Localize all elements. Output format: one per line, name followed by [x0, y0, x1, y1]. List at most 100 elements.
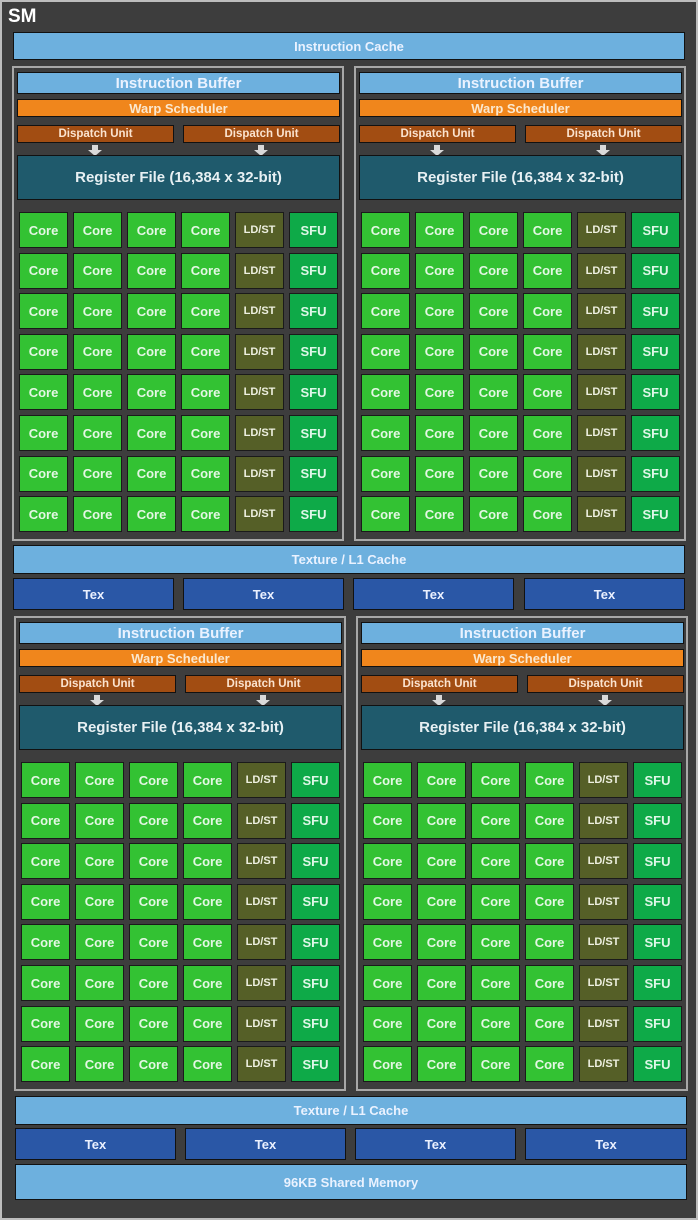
core-unit: Core [471, 843, 520, 880]
core-unit: Core [19, 496, 68, 533]
ldst-unit: LD/ST [237, 843, 286, 880]
sfu-unit: SFU [631, 455, 680, 492]
core-unit: Core [523, 293, 572, 330]
core-unit: Core [21, 1046, 70, 1083]
sfu-unit: SFU [289, 455, 338, 492]
warp-scheduler: Warp Scheduler [361, 649, 684, 667]
core-unit: Core [471, 1046, 520, 1083]
core-unit: Core [129, 802, 178, 839]
ldst-unit: LD/ST [237, 924, 286, 961]
warp-scheduler: Warp Scheduler [17, 99, 340, 117]
sfu-unit: SFU [631, 252, 680, 289]
core-unit: Core [127, 415, 176, 451]
core-unit: Core [127, 455, 176, 492]
core-unit: Core [129, 1046, 178, 1083]
core-unit: Core [415, 293, 464, 330]
dispatch-unit-2: Dispatch Unit [183, 125, 340, 143]
sfu-unit: SFU [633, 883, 682, 920]
core-unit: Core [129, 883, 178, 920]
ldst-unit: LD/ST [235, 415, 284, 451]
core-unit: Core [363, 1005, 412, 1042]
core-unit: Core [415, 212, 464, 248]
shared-memory: 96KB Shared Memory [15, 1164, 687, 1200]
core-unit: Core [127, 212, 176, 248]
sfu-unit: SFU [291, 965, 340, 1001]
ldst-unit: LD/ST [237, 802, 286, 839]
core-unit: Core [75, 1005, 124, 1042]
sfu-unit: SFU [633, 802, 682, 839]
sm-title: SM [8, 6, 37, 27]
instruction-buffer: Instruction Buffer [361, 622, 684, 644]
core-unit: Core [471, 924, 520, 961]
ldst-unit: LD/ST [579, 843, 628, 880]
core-unit: Core [21, 762, 70, 798]
sfu-unit: SFU [633, 924, 682, 961]
core-unit: Core [75, 843, 124, 880]
ldst-unit: LD/ST [235, 455, 284, 492]
ldst-unit: LD/ST [579, 1005, 628, 1042]
core-unit: Core [21, 843, 70, 880]
sfu-unit: SFU [289, 212, 338, 248]
tex-unit-top-3: Tex [353, 578, 514, 610]
core-unit: Core [523, 212, 572, 248]
core-unit: Core [127, 496, 176, 533]
core-unit: Core [525, 802, 574, 839]
core-unit: Core [363, 843, 412, 880]
tex-unit-bottom-4: Tex [525, 1128, 687, 1160]
instruction-buffer: Instruction Buffer [19, 622, 342, 644]
core-unit: Core [415, 496, 464, 533]
core-unit: Core [183, 883, 232, 920]
processing-block-bottom-right: Instruction Buffer Warp Scheduler Dispatch… [356, 616, 688, 1091]
core-unit: Core [21, 1005, 70, 1042]
core-unit: Core [75, 965, 124, 1001]
core-unit: Core [19, 374, 68, 411]
processing-block-top-right: Instruction Buffer Warp Scheduler Dispatch… [354, 66, 686, 541]
ldst-unit: LD/ST [237, 1005, 286, 1042]
core-unit: Core [21, 965, 70, 1001]
core-unit: Core [417, 1005, 466, 1042]
dispatch-unit-2: Dispatch Unit [527, 675, 684, 693]
core-unit: Core [127, 333, 176, 370]
sfu-unit: SFU [289, 333, 338, 370]
core-unit: Core [469, 293, 518, 330]
core-unit: Core [415, 333, 464, 370]
core-unit: Core [525, 965, 574, 1001]
tex-unit-bottom-2: Tex [185, 1128, 346, 1160]
ldst-unit: LD/ST [235, 333, 284, 370]
core-unit: Core [181, 496, 230, 533]
core-unit: Core [73, 333, 122, 370]
core-unit: Core [417, 883, 466, 920]
core-unit: Core [127, 293, 176, 330]
core-unit: Core [73, 415, 122, 451]
core-unit: Core [523, 496, 572, 533]
sfu-unit: SFU [291, 883, 340, 920]
core-unit: Core [73, 293, 122, 330]
core-unit: Core [361, 252, 410, 289]
core-unit: Core [363, 924, 412, 961]
core-unit: Core [129, 924, 178, 961]
core-unit: Core [361, 496, 410, 533]
core-unit: Core [363, 802, 412, 839]
ldst-unit: LD/ST [577, 455, 626, 492]
ldst-unit: LD/ST [235, 293, 284, 330]
core-unit: Core [19, 455, 68, 492]
tex-unit-top-2: Tex [183, 578, 344, 610]
core-unit: Core [523, 333, 572, 370]
sfu-unit: SFU [291, 802, 340, 839]
core-unit: Core [417, 924, 466, 961]
core-unit: Core [183, 1005, 232, 1042]
tex-unit-top-4: Tex [524, 578, 685, 610]
dispatch-unit-2: Dispatch Unit [525, 125, 682, 143]
core-unit: Core [19, 293, 68, 330]
core-unit: Core [129, 965, 178, 1001]
core-unit: Core [361, 293, 410, 330]
core-unit: Core [21, 924, 70, 961]
register-file: Register File (16,384 x 32-bit) [359, 155, 682, 200]
core-unit: Core [415, 252, 464, 289]
ldst-unit: LD/ST [235, 212, 284, 248]
core-unit: Core [469, 333, 518, 370]
core-unit: Core [525, 883, 574, 920]
register-file: Register File (16,384 x 32-bit) [19, 705, 342, 750]
ldst-unit: LD/ST [577, 374, 626, 411]
ldst-unit: LD/ST [237, 965, 286, 1001]
